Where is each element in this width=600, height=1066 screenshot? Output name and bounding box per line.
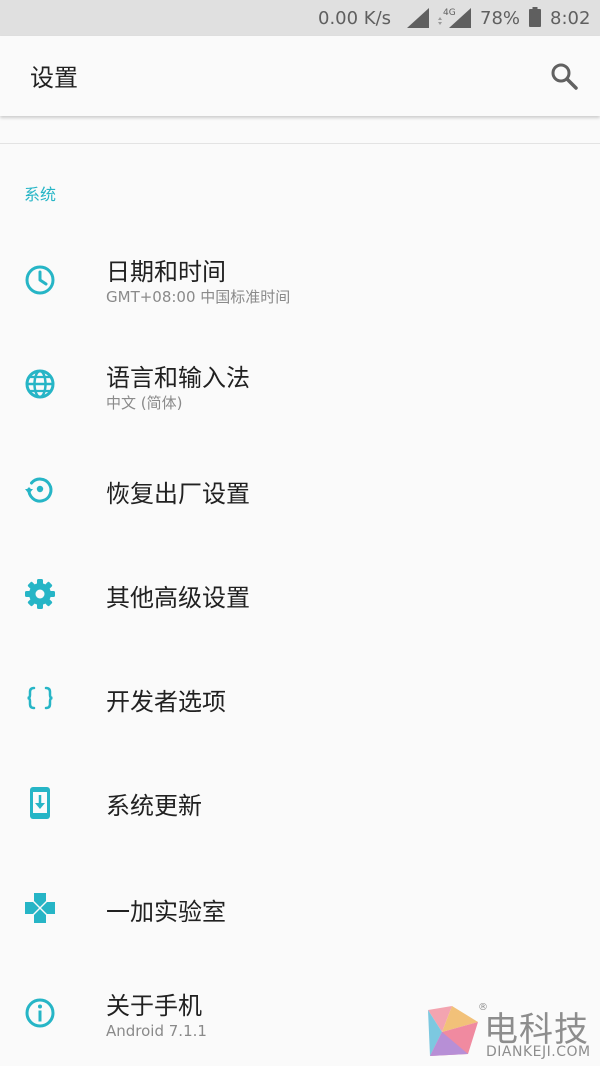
braces-icon xyxy=(22,680,58,716)
item-title: 一加实验室 xyxy=(106,898,226,926)
item-title: 语言和输入法 xyxy=(106,364,250,392)
item-subtitle: Android 7.1.1 xyxy=(106,1022,207,1040)
status-bar: 0.00 K/s 4G 78% 8:02 xyxy=(0,0,600,36)
watermark-logo xyxy=(428,1006,478,1056)
item-subtitle: 中文 (简体) xyxy=(106,394,183,412)
divider xyxy=(0,143,600,144)
item-title: 系统更新 xyxy=(106,792,202,820)
settings-item-system-update[interactable]: 系统更新 xyxy=(0,748,600,852)
item-title: 日期和时间 xyxy=(106,258,226,286)
search-icon xyxy=(551,63,578,90)
info-icon xyxy=(22,995,58,1031)
settings-item-advanced[interactable]: 其他高级设置 xyxy=(0,540,600,644)
item-title: 恢复出厂设置 xyxy=(106,480,250,508)
item-subtitle: GMT+08:00 中国标准时间 xyxy=(106,288,291,306)
gear-icon xyxy=(22,576,58,612)
section-header: 系统 xyxy=(24,185,57,204)
wifi-signal-icon xyxy=(407,8,429,28)
item-title: 其他高级设置 xyxy=(106,584,250,612)
settings-item-oneplus-lab[interactable]: 一加实验室 xyxy=(0,852,600,956)
gamepad-icon xyxy=(22,890,58,926)
item-title: 关于手机 xyxy=(106,992,202,1020)
network-speed: 0.00 K/s xyxy=(318,8,392,29)
system-update-icon xyxy=(22,785,58,821)
network-type-label: 4G xyxy=(443,8,456,18)
watermark: ® 电科技 DIANKEJI.COM xyxy=(426,1000,600,1066)
watermark-url: DIANKEJI.COM xyxy=(486,1044,591,1060)
cellular-signal-icon: 4G xyxy=(438,8,471,28)
page-title: 设置 xyxy=(30,64,78,92)
settings-item-language-input[interactable]: 语言和输入法 中文 (简体) xyxy=(0,332,600,436)
settings-item-factory-reset[interactable]: 恢复出厂设置 xyxy=(0,436,600,540)
clock-icon xyxy=(22,262,58,298)
clock-time: 8:02 xyxy=(550,8,591,29)
globe-icon xyxy=(22,366,58,402)
search-button[interactable] xyxy=(546,58,582,94)
restore-icon xyxy=(22,471,58,507)
battery-icon xyxy=(529,7,541,27)
app-bar: 设置 xyxy=(0,36,600,116)
settings-item-date-time[interactable]: 日期和时间 GMT+08:00 中国标准时间 xyxy=(0,228,600,332)
item-title: 开发者选项 xyxy=(106,688,226,716)
settings-item-developer-options[interactable]: 开发者选项 xyxy=(0,644,600,748)
battery-percentage: 78% xyxy=(480,8,521,29)
